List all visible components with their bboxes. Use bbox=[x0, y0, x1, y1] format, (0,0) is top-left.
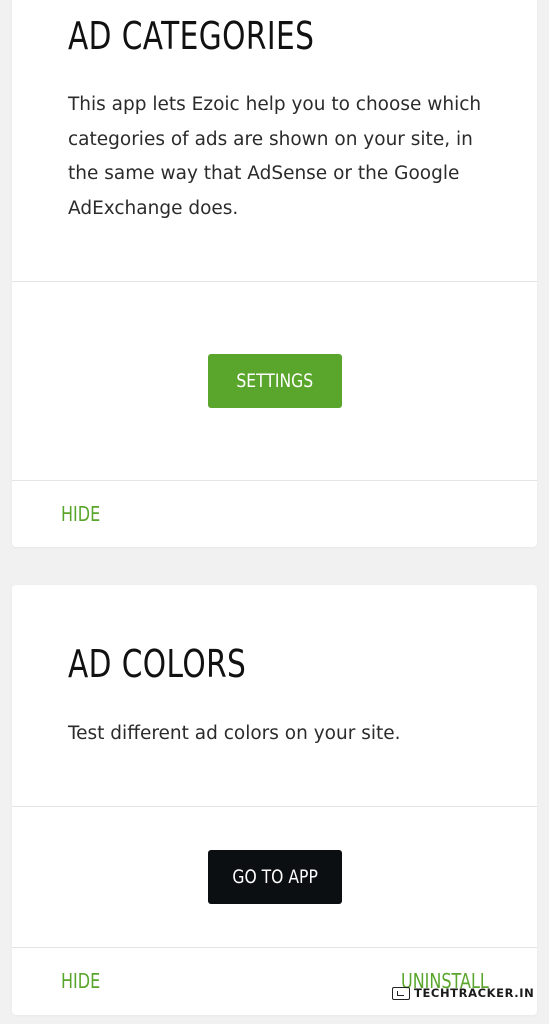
card-divider bbox=[12, 947, 537, 948]
card-divider bbox=[12, 480, 537, 481]
card-divider bbox=[12, 281, 537, 282]
watermark: TECHTRACKER.IN bbox=[392, 986, 534, 1000]
app-card-ad-colors: AD COLORS Test different ad colors on yo… bbox=[12, 585, 537, 1015]
go-to-app-button[interactable]: GO TO APP bbox=[208, 850, 342, 904]
watermark-text: TECHTRACKER.IN bbox=[414, 986, 535, 1000]
app-title: AD CATEGORIES bbox=[68, 14, 315, 58]
hide-link[interactable]: HIDE bbox=[61, 502, 100, 526]
app-description: This app lets Ezoic help you to choose w… bbox=[68, 94, 482, 219]
settings-button[interactable]: SETTINGS bbox=[208, 354, 342, 408]
card-divider bbox=[12, 806, 537, 807]
app-card-ad-categories: AD CATEGORIES This app lets Ezoic help y… bbox=[12, 0, 537, 547]
app-description: Test different ad colors on your site. bbox=[68, 723, 401, 744]
browser-check-icon bbox=[392, 986, 410, 1000]
hide-link[interactable]: HIDE bbox=[61, 969, 100, 993]
app-title: AD COLORS bbox=[68, 642, 247, 686]
